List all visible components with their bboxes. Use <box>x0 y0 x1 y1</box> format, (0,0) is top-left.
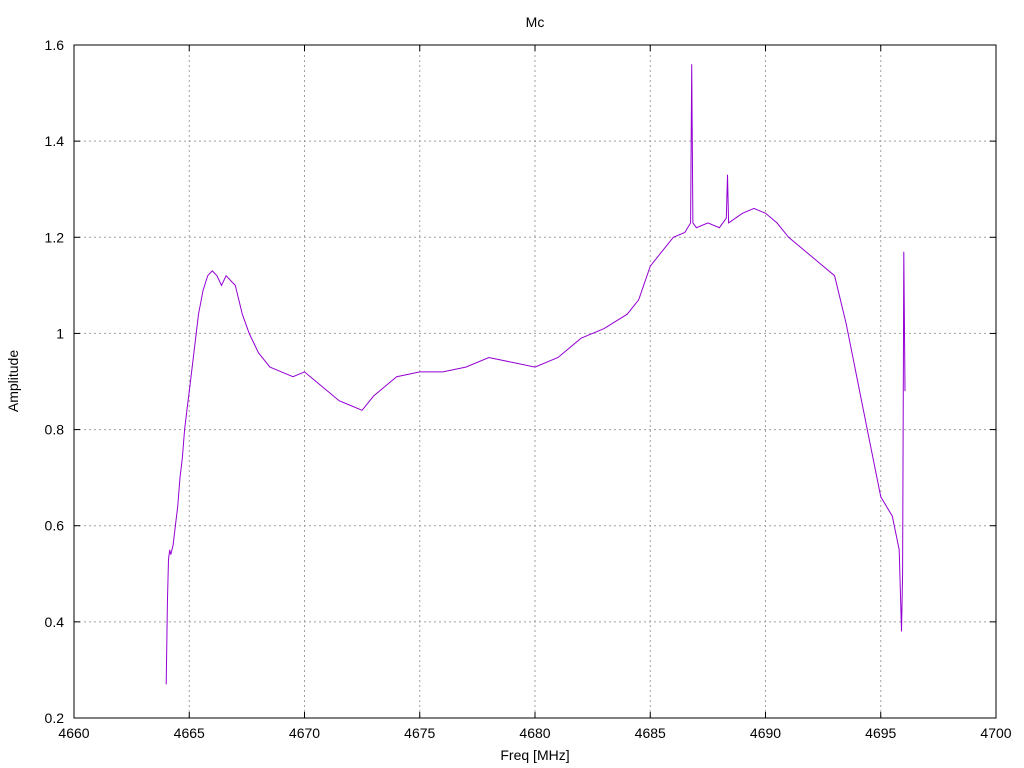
x-axis-label: Freq [MHz] <box>500 747 569 763</box>
y-axis-label: Amplitude <box>5 350 21 412</box>
chart-title: Mc <box>526 14 545 30</box>
series-layer <box>165 64 906 685</box>
series-line <box>165 64 906 685</box>
y-tick-label: 1.4 <box>45 133 65 149</box>
x-tick-label: 4700 <box>980 725 1011 741</box>
x-tick-labels: 4660 4665 4670 4675 4680 4685 4690 4695 4700 <box>58 725 1011 741</box>
y-tick-label: 1 <box>56 325 64 341</box>
y-tick-label: 1.2 <box>45 229 65 245</box>
x-tick-label: 4675 <box>404 725 435 741</box>
x-tick-label: 4685 <box>635 725 666 741</box>
y-tick-label: 0.8 <box>45 422 65 438</box>
x-tick-label: 4680 <box>519 725 550 741</box>
x-tick-label: 4660 <box>58 725 89 741</box>
y-tick-label: 0.2 <box>45 710 65 726</box>
x-tick-label: 4665 <box>174 725 205 741</box>
x-tick-label: 4695 <box>865 725 896 741</box>
y-tick-label: 0.4 <box>45 614 65 630</box>
x-tick-label: 4670 <box>289 725 320 741</box>
y-tick-label: 0.6 <box>45 518 65 534</box>
line-chart: Mc 4660 4665 4670 4675 4680 4685 4690 4695 4700 … <box>5 14 1012 763</box>
y-tick-labels: 0.2 0.4 0.6 0.8 1 1.2 1.4 1.6 <box>45 37 65 726</box>
x-tick-label: 4690 <box>750 725 781 741</box>
y-tick-label: 1.6 <box>45 37 65 53</box>
